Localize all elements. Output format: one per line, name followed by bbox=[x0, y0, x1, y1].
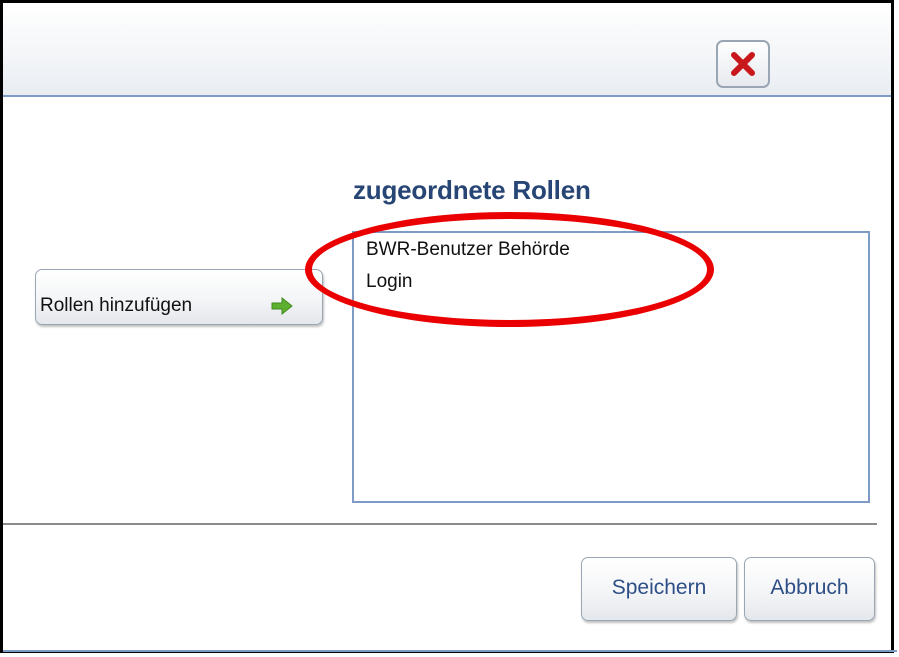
bottom-border bbox=[3, 650, 897, 652]
cancel-button[interactable]: Abbruch bbox=[744, 557, 875, 621]
list-item[interactable]: BWR-Benutzer Behörde bbox=[366, 239, 570, 261]
dialog-window: zugeordnete Rollen Rollen hinzufügen BWR… bbox=[0, 0, 897, 653]
close-icon bbox=[731, 52, 755, 76]
assigned-roles-list[interactable]: BWR-Benutzer Behörde Login bbox=[352, 231, 870, 503]
arrow-right-icon bbox=[271, 297, 293, 315]
list-item[interactable]: Login bbox=[366, 271, 413, 293]
add-roles-label: Rollen hinzufügen bbox=[40, 295, 193, 316]
add-roles-button[interactable]: Rollen hinzufügen bbox=[35, 269, 323, 325]
save-button[interactable]: Speichern bbox=[581, 557, 737, 621]
footer-divider bbox=[3, 523, 877, 525]
assigned-roles-title: zugeordnete Rollen bbox=[353, 175, 591, 205]
close-button[interactable] bbox=[716, 40, 770, 88]
dialog-header bbox=[3, 3, 891, 97]
